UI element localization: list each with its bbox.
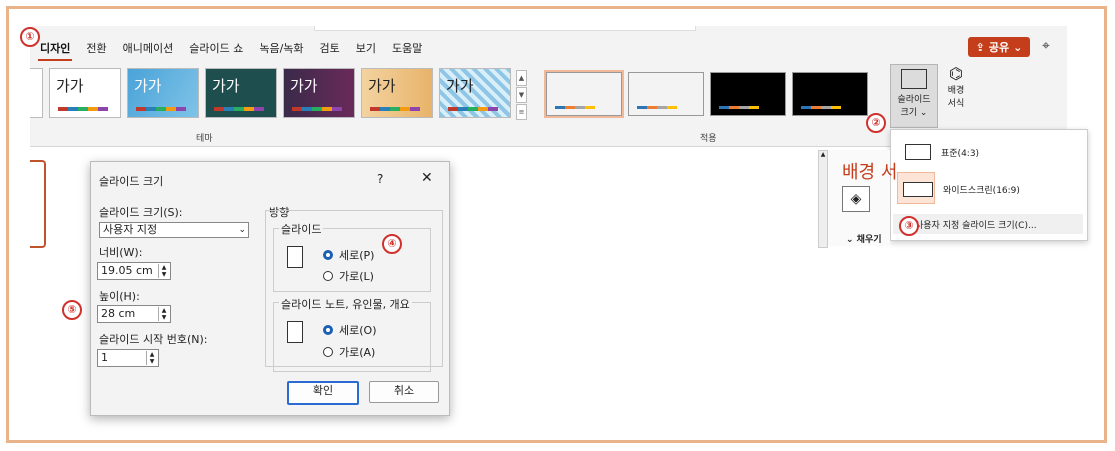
ribbon-tabs: 디자인 전환 애니메이션 슬라이드 쇼 녹음/녹화 검토 보기 도움말 [38, 40, 424, 61]
theme-thumb-2[interactable]: 가가 [127, 68, 199, 118]
width-label: 너비(W): [99, 246, 143, 259]
notes-landscape-radio[interactable]: 가로(A) [323, 344, 375, 360]
help-icon[interactable]: ? [377, 172, 383, 186]
widescreen-ratio-icon [903, 182, 933, 197]
chevron-down-icon: ⌄ [1013, 40, 1023, 54]
start-number-input[interactable]: 1 ▲ ▼ [97, 349, 159, 367]
variant-gallery [544, 70, 868, 118]
notes-portrait-radio[interactable]: 세로(O) [323, 322, 376, 338]
slide-size-button[interactable]: 슬라이드 크기 ⌄ [890, 64, 938, 128]
format-pane-title: 배경 서 [842, 162, 898, 183]
slide-size-dialog: 슬라이드 크기 ? ✕ 슬라이드 크기(S): 사용자 지정 ⌄ 너비(W): 1… [90, 161, 450, 416]
tab-animations[interactable]: 애니메이션 [121, 40, 176, 61]
landscape-radio[interactable]: 가로(L) [323, 268, 374, 284]
comment-icon[interactable]: ⌖ [1042, 38, 1050, 54]
cancel-button[interactable]: 취소 [369, 381, 439, 403]
spinner-icon: ▲ ▼ [146, 351, 157, 365]
variant-thumb-2[interactable] [628, 72, 704, 116]
widescreen-option[interactable]: 와이드스크린(16:9) [903, 182, 1020, 197]
tab-review[interactable]: 검토 [318, 40, 342, 61]
standard-option[interactable]: 표준(4:3) [905, 144, 979, 160]
notes-group-title: 슬라이드 노트, 유인물, 개요 [279, 296, 412, 312]
height-input[interactable]: 28 cm ▲ ▼ [97, 305, 171, 323]
custom-size-option[interactable]: 사용자 지정 슬라이드 크기(C)... [893, 214, 1083, 234]
theme-gallery-scroll[interactable]: ▲ ▼ ≡ [516, 70, 527, 120]
theme-thumb-4[interactable]: 가가 [283, 68, 355, 118]
dialog-title: 슬라이드 크기 [99, 175, 164, 188]
tab-recording[interactable]: 녹음/녹화 [257, 40, 305, 61]
slide-size-label: 슬라이드 [897, 95, 931, 105]
slide-size-dropdown: 표준(4:3) 와이드스크린(16:9) 사용자 지정 슬라이드 크기(C)..… [890, 129, 1088, 241]
search-box[interactable] [314, 26, 696, 31]
tab-slideshow[interactable]: 슬라이드 쇼 [187, 40, 245, 61]
theme-thumb-6[interactable]: 가가 [439, 68, 511, 118]
close-icon[interactable]: ✕ [421, 170, 433, 186]
theme-thumb-5[interactable]: 가가 [361, 68, 433, 118]
standard-ratio-icon [905, 144, 931, 160]
callout-1: ① [20, 27, 40, 47]
variant-thumb-4[interactable] [792, 72, 868, 116]
theme-thumb-1[interactable]: 가가 [49, 68, 121, 118]
pane-scrollbar[interactable]: ▲ [818, 150, 828, 248]
variant-thumb-1[interactable] [544, 70, 624, 118]
share-button[interactable]: ⇪ 공유 ⌄ [968, 37, 1030, 57]
tab-view[interactable]: 보기 [354, 40, 378, 61]
tab-help[interactable]: 도움말 [390, 40, 424, 61]
apply-group-label: 적용 [700, 134, 717, 144]
callout-4: ④ [382, 234, 402, 254]
callout-5: ⑤ [62, 300, 82, 320]
size-label: 슬라이드 크기(S): [99, 206, 183, 219]
slide-size-icon [901, 69, 927, 89]
slide-thumbnail-edge[interactable] [30, 160, 46, 248]
share-label: 공유 [988, 41, 1010, 54]
tab-design[interactable]: 디자인 [38, 40, 73, 61]
share-icon: ⇪ [975, 40, 985, 54]
theme-group-label: 테마 [196, 134, 213, 144]
spinner-icon: ▲ ▼ [158, 264, 169, 278]
notes-portrait-page-icon [287, 321, 303, 343]
slides-group-title: 슬라이드 [279, 221, 324, 237]
chevron-down-icon: ⌄ [238, 225, 246, 235]
paint-bucket-icon: ⌬ [949, 64, 963, 83]
theme-gallery: 가가 가가 가가 가가 가가 가가 [30, 68, 511, 118]
portrait-radio[interactable]: 세로(P) [323, 247, 374, 263]
fill-category-icon[interactable]: ◈ [842, 186, 870, 212]
callout-2: ② [866, 113, 886, 133]
size-select[interactable]: 사용자 지정 ⌄ [99, 222, 249, 238]
slide-size-label-2: 크기 ⌄ [900, 108, 928, 118]
callout-3: ③ [899, 216, 919, 236]
theme-thumb-partial[interactable] [30, 68, 43, 118]
width-input[interactable]: 19.05 cm ▲ ▼ [97, 262, 171, 280]
spinner-icon: ▲ ▼ [158, 307, 169, 321]
theme-thumb-3[interactable]: 가가 [205, 68, 277, 118]
fill-section-header[interactable]: ⌄ 채우기 [846, 232, 882, 245]
portrait-page-icon [287, 246, 303, 268]
format-background-button[interactable]: ⌬ 배경 서식 [940, 64, 972, 126]
tab-transitions[interactable]: 전환 [84, 40, 108, 61]
start-number-label: 슬라이드 시작 번호(N): [99, 333, 208, 346]
height-label: 높이(H): [99, 290, 140, 303]
variant-thumb-3[interactable] [710, 72, 786, 116]
bg-format-label-2: 서식 [947, 99, 965, 109]
bg-format-label: 배경 [947, 86, 965, 96]
ok-button[interactable]: 확인 [287, 381, 359, 405]
